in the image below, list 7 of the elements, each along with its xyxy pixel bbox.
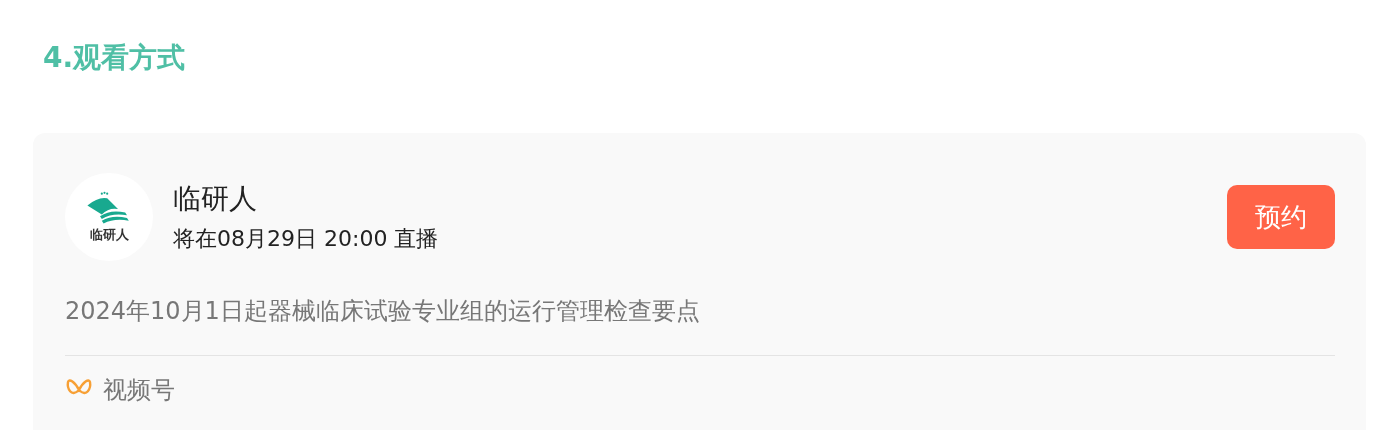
live-description: 2024年10月1日起器械临床试验专业组的运行管理检查要点 <box>65 296 701 327</box>
live-schedule: 将在08月29日 20:00 直播 <box>173 225 440 253</box>
platform-label: 视频号 <box>103 375 175 406</box>
reserve-button[interactable]: 预约 <box>1227 185 1335 249</box>
logo-text: 临研人 <box>89 227 129 243</box>
account-name: 临研人 <box>173 181 258 217</box>
section-title: 4.观看方式 <box>42 40 187 76</box>
